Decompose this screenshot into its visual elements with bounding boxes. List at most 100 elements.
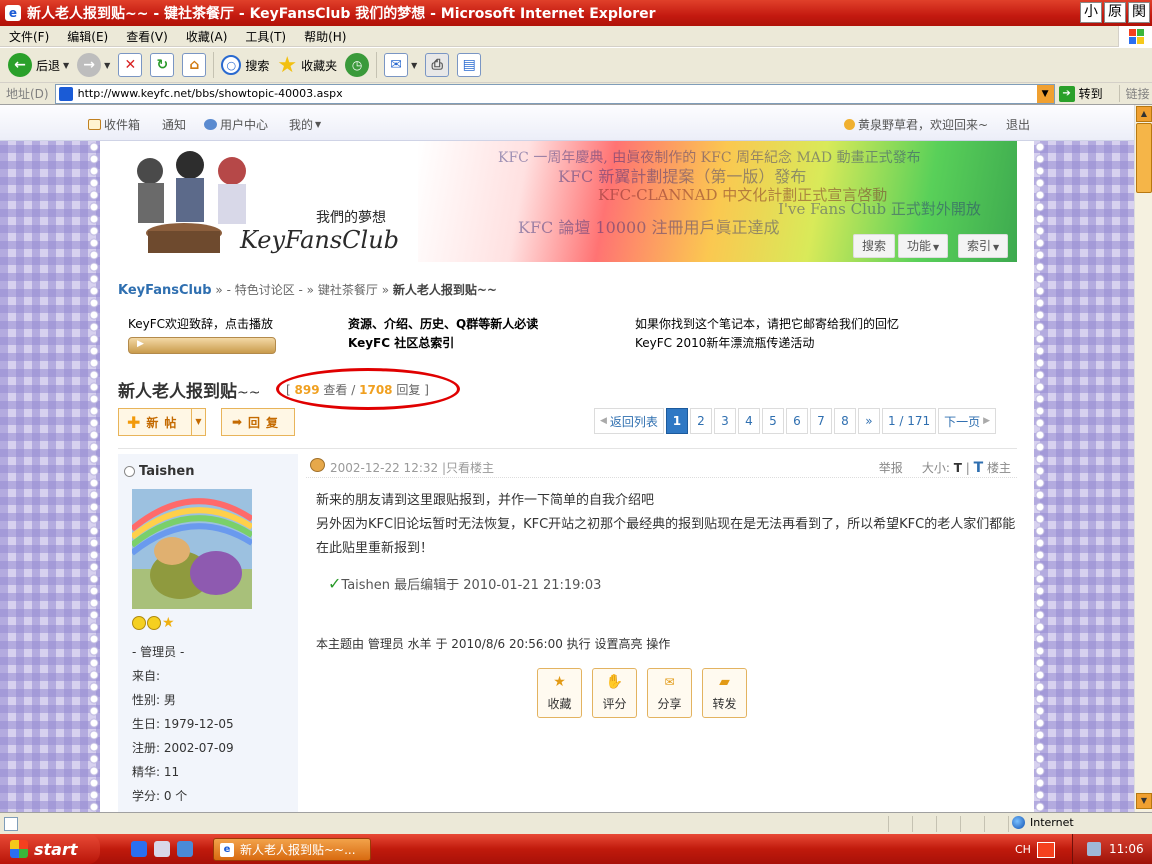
only-author-link[interactable]: |只看楼主 bbox=[442, 461, 494, 475]
notice-guide-link[interactable]: 资源、介绍、历史、Q群等新人必读 bbox=[348, 315, 538, 334]
breadcrumb-separator: » bbox=[381, 283, 390, 297]
menu-favorites[interactable]: 收藏(A) bbox=[177, 28, 237, 45]
breadcrumb-forum[interactable]: 键社茶餐厅 bbox=[318, 283, 378, 297]
volume-icon[interactable] bbox=[1087, 842, 1101, 856]
mail-button[interactable]: ✉ ▼ bbox=[380, 50, 421, 80]
notice-events[interactable]: 如果你找到这个笔记本，请把它邮寄给我们的回忆 KeyFC 2010新年漂流瓶传递… bbox=[635, 315, 899, 353]
report-link[interactable]: 举报 bbox=[879, 461, 903, 475]
chevron-down-icon: ▼ bbox=[993, 243, 1000, 252]
status-divider bbox=[936, 816, 937, 832]
close-button[interactable]: 関 bbox=[1128, 2, 1150, 23]
share-post-button[interactable]: ✉ 分享 bbox=[647, 668, 692, 718]
restore-button[interactable]: 原 bbox=[1104, 2, 1126, 23]
page-link[interactable]: 2 bbox=[689, 408, 712, 434]
menu-view[interactable]: 查看(V) bbox=[117, 28, 177, 45]
edit-button[interactable]: ▤ bbox=[453, 50, 485, 80]
links-button[interactable]: 链接 bbox=[1118, 85, 1150, 102]
reply-button[interactable]: ➡ 回复 bbox=[221, 408, 295, 436]
page-link[interactable]: 6 bbox=[785, 408, 808, 434]
home-icon: ⌂ bbox=[182, 53, 207, 77]
notify-link[interactable]: 通知 bbox=[162, 116, 186, 133]
quicklaunch-app-icon[interactable] bbox=[154, 841, 170, 857]
notice-index-link[interactable]: KeyFC 社区总索引 bbox=[348, 334, 538, 353]
vertical-scrollbar[interactable]: ▲ ▼ bbox=[1134, 105, 1152, 812]
new-post-button[interactable]: ✚ 新帖 ▼ bbox=[118, 408, 206, 436]
avatar[interactable] bbox=[132, 489, 252, 609]
menu-tools[interactable]: 工具(T) bbox=[236, 28, 295, 45]
chevron-down-icon[interactable]: ▼ bbox=[191, 409, 205, 435]
quicklaunch-browser-icon[interactable] bbox=[177, 841, 193, 857]
address-dropdown-icon[interactable]: ▼ bbox=[1036, 84, 1054, 103]
stop-button[interactable]: ✕ bbox=[114, 50, 146, 80]
quicklaunch-ie-icon[interactable] bbox=[131, 841, 147, 857]
start-button[interactable]: start bbox=[0, 834, 100, 864]
page-next-arrow[interactable]: » bbox=[857, 408, 880, 434]
search-button[interactable]: ○ 搜索 bbox=[217, 50, 273, 80]
forward-post-button[interactable]: ▰ 转发 bbox=[702, 668, 747, 718]
welcome-text: 黄泉野草君，欢迎回来~ bbox=[844, 116, 988, 133]
author-name[interactable]: Taishen bbox=[124, 464, 195, 479]
notice-guide[interactable]: 资源、介绍、历史、Q群等新人必读 KeyFC 社区总索引 bbox=[348, 315, 538, 353]
refresh-button[interactable]: ↻ bbox=[146, 50, 178, 80]
taskbar-ie-window[interactable]: e 新人老人报到贴~~... bbox=[213, 838, 371, 861]
reply-arrow-icon: ➡ bbox=[231, 415, 243, 429]
rate-post-button[interactable]: ✋ 评分 bbox=[592, 668, 637, 718]
address-input[interactable]: http://www.keyfc.net/bbs/showtopic-40003… bbox=[54, 83, 1055, 104]
page-link[interactable]: 3 bbox=[713, 408, 736, 434]
back-button[interactable]: ← 后退 ▼ bbox=[4, 50, 73, 80]
favorite-post-button[interactable]: ★ 收藏 bbox=[537, 668, 582, 718]
go-button[interactable]: ➔ 转到 bbox=[1058, 85, 1103, 102]
author-credits: 学分: 0 个 bbox=[132, 789, 188, 803]
banner-search-button[interactable]: 搜索 bbox=[853, 234, 896, 258]
minimize-button[interactable]: 小 bbox=[1080, 2, 1102, 23]
post-text-line: 另外因为KFC旧论坛暂时无法恢复，KFC开站之初那个最经典的报到贴现在是无法再看… bbox=[316, 517, 1016, 556]
status-divider bbox=[1008, 816, 1009, 832]
logout-link[interactable]: 退出 bbox=[1006, 116, 1030, 133]
font-size-small-button[interactable]: T bbox=[954, 461, 962, 475]
favorites-button[interactable]: ★ 收藏夹 bbox=[273, 50, 341, 80]
banner-slogan: 我們的夢想 bbox=[316, 210, 386, 226]
back-to-list-button[interactable]: ◀ 返回列表 bbox=[594, 408, 664, 434]
clock[interactable]: 11:06 bbox=[1109, 842, 1144, 856]
address-bar: 地址(D) http://www.keyfc.net/bbs/showtopic… bbox=[0, 83, 1152, 105]
scroll-down-icon[interactable]: ▼ bbox=[1136, 793, 1152, 809]
forward-button[interactable]: → ▼ bbox=[73, 50, 114, 80]
welcome-label: 黄泉野草君，欢迎回来~ bbox=[858, 118, 989, 132]
lace-border-right bbox=[1034, 141, 1046, 812]
welcome-audio-player[interactable]: ▶ bbox=[128, 337, 276, 354]
menu-help[interactable]: 帮助(H) bbox=[295, 28, 355, 45]
mine-menu[interactable]: 我的 ▼ bbox=[289, 116, 321, 133]
font-size-label: 大小: bbox=[921, 461, 950, 475]
scroll-up-icon[interactable]: ▲ bbox=[1136, 106, 1152, 122]
notice-welcome-link[interactable]: KeyFC欢迎致辞，点击播放 bbox=[128, 315, 273, 334]
rate-label: 评分 bbox=[602, 697, 627, 711]
inbox-link[interactable]: 收件箱 bbox=[88, 116, 140, 133]
next-page-button[interactable]: 下一页 ▶ bbox=[938, 408, 997, 434]
chevron-left-icon: ◀ bbox=[600, 416, 607, 426]
home-button[interactable]: ⌂ bbox=[178, 50, 210, 80]
menu-edit[interactable]: 编辑(E) bbox=[58, 28, 117, 45]
menu-file[interactable]: 文件(F) bbox=[0, 28, 58, 45]
post-date: 2002-12-22 12:32 |只看楼主 bbox=[330, 459, 494, 476]
font-size-large-button[interactable]: T bbox=[974, 460, 984, 476]
user-center-link[interactable]: 用户中心 bbox=[204, 116, 268, 133]
language-indicator[interactable]: CH bbox=[1015, 842, 1055, 858]
page-link[interactable]: 8 bbox=[833, 408, 856, 434]
scroll-thumb[interactable] bbox=[1136, 123, 1152, 193]
breadcrumb-section[interactable]: » - 特色讨论区 - » bbox=[215, 283, 314, 297]
print-button[interactable]: ⎙ bbox=[421, 50, 453, 80]
page-link[interactable]: 4 bbox=[737, 408, 760, 434]
mine-label: 我的 bbox=[289, 118, 314, 132]
banner-index-menu[interactable]: 索引 ▼ bbox=[958, 234, 1009, 258]
banner-functions-menu[interactable]: 功能 ▼ bbox=[898, 234, 949, 258]
windows-logo-icon bbox=[10, 840, 28, 858]
check-icon: ✓ bbox=[328, 574, 342, 593]
page-link[interactable]: 7 bbox=[809, 408, 832, 434]
page-jump[interactable]: 1 / 171 bbox=[881, 408, 937, 434]
notice-event-link[interactable]: KeyFC 2010新年漂流瓶传递活动 bbox=[635, 334, 899, 353]
notice-notebook-link[interactable]: 如果你找到这个笔记本，请把它邮寄给我们的回忆 bbox=[635, 315, 899, 334]
history-button[interactable]: ◷ bbox=[341, 50, 373, 80]
page-link[interactable]: 5 bbox=[761, 408, 784, 434]
breadcrumb-home[interactable]: KeyFansClub bbox=[118, 283, 212, 298]
page-link-current[interactable]: 1 bbox=[665, 408, 688, 434]
